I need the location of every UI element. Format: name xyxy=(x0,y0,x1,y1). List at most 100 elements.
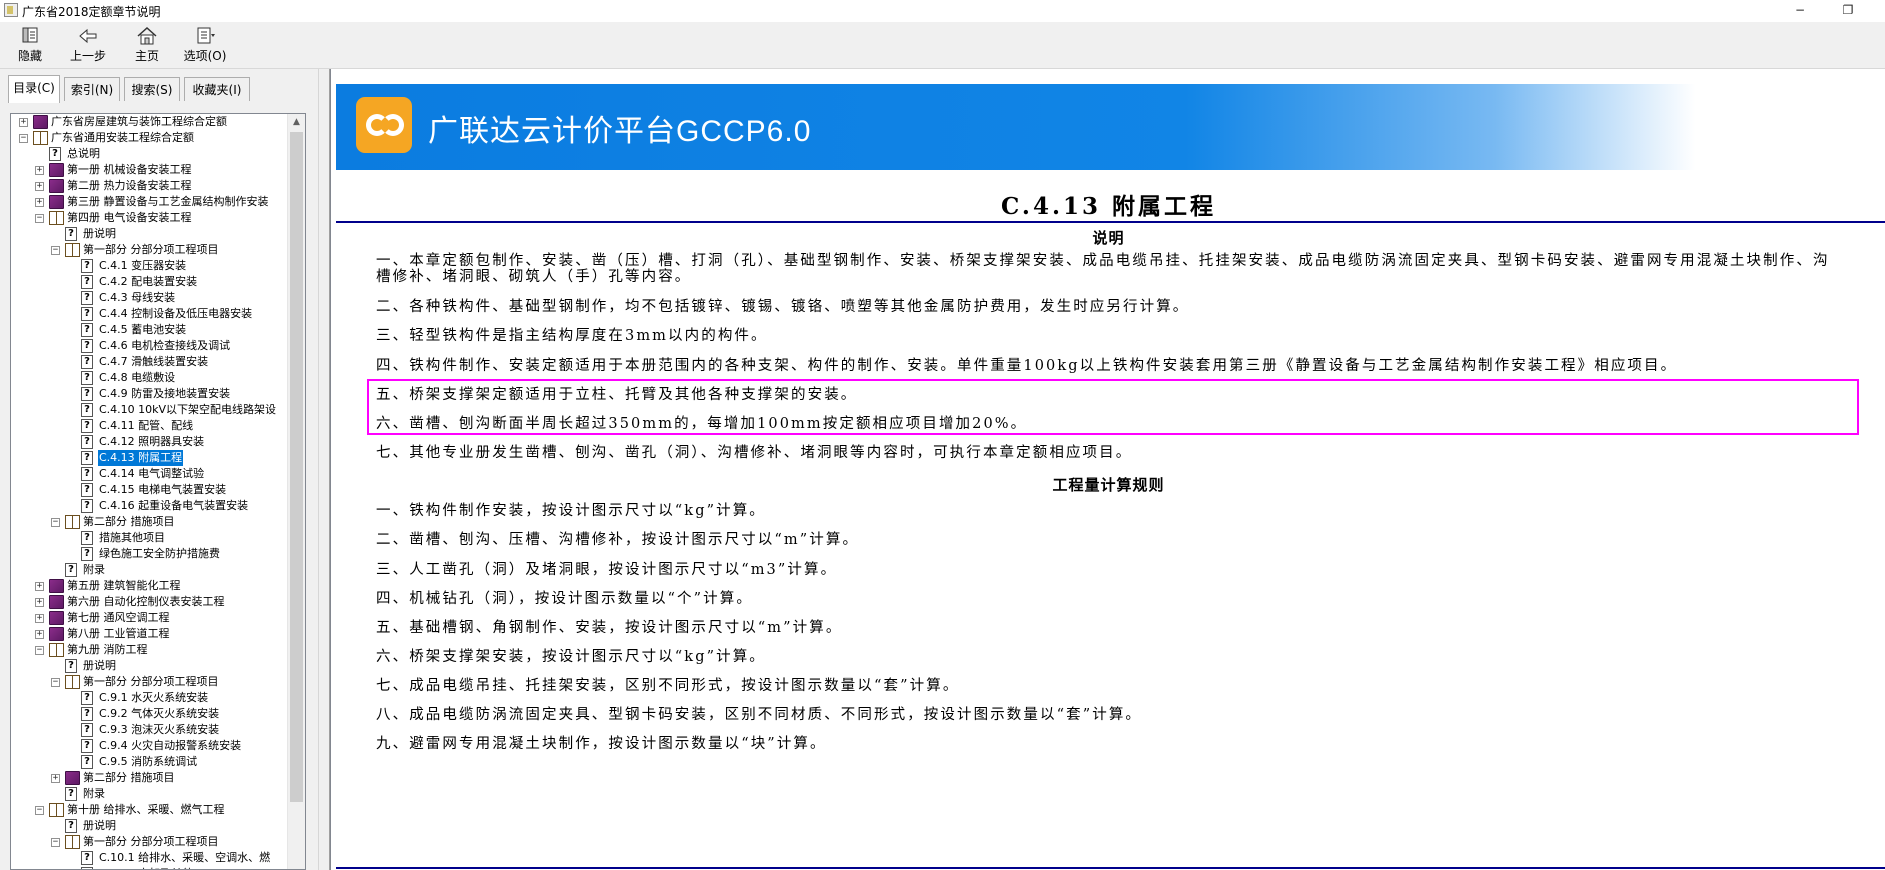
expand-icon[interactable]: + xyxy=(35,166,44,175)
tree-item[interactable]: + 第七册 通风空调工程 xyxy=(13,610,289,626)
tree-item-label[interactable]: C.10.2 支架及其他 xyxy=(98,866,194,869)
tree-item[interactable]: ? C.9.1 水灭火系统安装 xyxy=(13,690,289,706)
collapse-icon[interactable]: − xyxy=(51,678,60,687)
tree-item-label[interactable]: C.4.16 起重设备电气装置安装 xyxy=(98,498,249,514)
tree-item-label[interactable]: C.9.5 消防系统调试 xyxy=(98,754,198,770)
tree-item-label[interactable]: C.4.3 母线安装 xyxy=(98,290,176,306)
tree-item-label[interactable]: 第一部分 分部分项工程项目 xyxy=(82,674,220,690)
tree-item-label[interactable]: 第四册 电气设备安装工程 xyxy=(66,210,193,226)
tree-item-label[interactable]: C.4.11 配管、配线 xyxy=(98,418,194,434)
tree-item-label[interactable]: C.4.6 电机检查接线及调试 xyxy=(98,338,231,354)
tree-item-label[interactable]: C.9.3 泡沫灭火系统安装 xyxy=(98,722,220,738)
tree-item-label[interactable]: 第九册 消防工程 xyxy=(66,642,149,658)
expand-icon[interactable]: + xyxy=(35,182,44,191)
tree-item[interactable]: + 第五册 建筑智能化工程 xyxy=(13,578,289,594)
tree-item[interactable]: ? C.4.3 母线安装 xyxy=(13,290,289,306)
tree-item[interactable]: + 第二册 热力设备安装工程 xyxy=(13,178,289,194)
tree-item-label[interactable]: 第二部分 措施项目 xyxy=(82,514,176,530)
tree-item[interactable]: − 广东省通用安装工程综合定额 xyxy=(13,130,289,146)
collapse-icon[interactable]: − xyxy=(35,646,44,655)
tree-item[interactable]: ? C.4.7 滑触线装置安装 xyxy=(13,354,289,370)
tree-item[interactable]: ?C.10.2 支架及其他 xyxy=(13,866,289,869)
tree-item[interactable]: − 第一部分 分部分项工程项目 xyxy=(13,834,289,850)
tree-item[interactable]: ? 总说明 xyxy=(13,146,289,162)
tree-item-label[interactable]: 第二册 热力设备安装工程 xyxy=(66,178,193,194)
tree-item-label[interactable]: 第十册 给排水、采暖、燃气工程 xyxy=(66,802,226,818)
tree-item[interactable]: ? C.10.1 给排水、采暖、空调水、燃 xyxy=(13,850,289,866)
tree-item[interactable]: ? C.4.15 电梯电气装置安装 xyxy=(13,482,289,498)
tab-search[interactable]: 搜索(S) xyxy=(124,77,180,101)
tree-item[interactable]: ? C.4.16 起重设备电气装置安装 xyxy=(13,498,289,514)
tree-item-label[interactable]: 附录 xyxy=(82,786,106,802)
tree-item[interactable]: + 第一册 机械设备安装工程 xyxy=(13,162,289,178)
tree-item-label[interactable]: 第一部分 分部分项工程项目 xyxy=(82,834,220,850)
tree-item-label[interactable]: C.9.1 水灭火系统安装 xyxy=(98,690,209,706)
back-button[interactable]: 上一步 xyxy=(66,24,110,66)
tree-item[interactable]: ? C.4.8 电缆敷设 xyxy=(13,370,289,386)
tree-item-label[interactable]: C.4.10 10kV以下架空配电线路架设 xyxy=(98,402,277,418)
tree-item[interactable]: ? C.4.1 变压器安装 xyxy=(13,258,289,274)
tree-scrollbar[interactable]: ▲ xyxy=(287,114,305,869)
expand-icon[interactable]: + xyxy=(35,598,44,607)
tree-item[interactable]: ? C.9.2 气体灭火系统安装 xyxy=(13,706,289,722)
expand-icon[interactable]: + xyxy=(35,198,44,207)
tree-item[interactable]: ? C.4.4 控制设备及低压电器安装 xyxy=(13,306,289,322)
restore-button[interactable]: ❐ xyxy=(1838,2,1858,18)
collapse-icon[interactable]: − xyxy=(51,518,60,527)
minimize-button[interactable]: − xyxy=(1790,2,1810,18)
tree-item[interactable]: + 广东省房屋建筑与装饰工程综合定额 xyxy=(13,114,289,130)
tree-item[interactable]: ? 册说明 xyxy=(13,818,289,834)
expand-icon[interactable]: + xyxy=(35,582,44,591)
tree-item[interactable]: ? C.9.4 火灾自动报警系统安装 xyxy=(13,738,289,754)
tree-item-label[interactable]: 册说明 xyxy=(82,658,117,674)
tab-favorites[interactable]: 收藏夹(I) xyxy=(184,77,250,101)
tree-item[interactable]: + 第六册 自动化控制仪表安装工程 xyxy=(13,594,289,610)
expand-icon[interactable]: + xyxy=(19,118,28,127)
tree-item-label[interactable]: C.4.4 控制设备及低压电器安装 xyxy=(98,306,253,322)
tree-item-label[interactable]: C.4.15 电梯电气装置安装 xyxy=(98,482,227,498)
tree-item-label[interactable]: 第三册 静置设备与工艺金属结构制作安装 xyxy=(66,194,270,210)
tree-item-label[interactable]: C.4.2 配电装置安装 xyxy=(98,274,198,290)
tree-item[interactable]: ? C.9.5 消防系统调试 xyxy=(13,754,289,770)
collapse-icon[interactable]: − xyxy=(35,806,44,815)
collapse-icon[interactable]: − xyxy=(19,134,28,143)
tree-item[interactable]: ? C.4.2 配电装置安装 xyxy=(13,274,289,290)
tree-item-label[interactable]: C.4.13 附属工程 xyxy=(96,449,185,467)
tree-item-label[interactable]: C.4.1 变压器安装 xyxy=(98,258,187,274)
pane-splitter[interactable] xyxy=(318,69,330,870)
tree-item[interactable]: ? 附录 xyxy=(13,786,289,802)
tree-item-label[interactable]: C.10.1 给排水、采暖、空调水、燃 xyxy=(98,850,271,866)
tree-item-label[interactable]: 绿色施工安全防护措施费 xyxy=(98,546,221,562)
tree-item-label[interactable]: C.4.5 蓄电池安装 xyxy=(98,322,187,338)
tree-item-label[interactable]: C.4.7 滑触线装置安装 xyxy=(98,354,209,370)
tree-item[interactable]: + 第二部分 措施项目 xyxy=(13,770,289,786)
tree-item-label[interactable]: C.4.9 防雷及接地装置安装 xyxy=(98,386,231,402)
collapse-icon[interactable]: − xyxy=(51,838,60,847)
tree-item-label[interactable]: 第五册 建筑智能化工程 xyxy=(66,578,182,594)
expand-icon[interactable]: + xyxy=(51,774,60,783)
tree-item-label[interactable]: 措施其他项目 xyxy=(98,530,166,546)
expand-icon[interactable]: + xyxy=(35,614,44,623)
tree-item[interactable]: ? C.4.11 配管、配线 xyxy=(13,418,289,434)
tree-item-label[interactable]: C.4.14 电气调整试验 xyxy=(98,466,205,482)
tree-item[interactable]: ? C.4.12 照明器具安装 xyxy=(13,434,289,450)
tree-item[interactable]: ? 附录 xyxy=(13,562,289,578)
tree-item[interactable]: − 第四册 电气设备安装工程 xyxy=(13,210,289,226)
tree-item[interactable]: ? C.4.13 附属工程 xyxy=(13,449,289,467)
scroll-up-icon[interactable]: ▲ xyxy=(288,114,305,131)
tree-item[interactable]: + 第八册 工业管道工程 xyxy=(13,626,289,642)
collapse-icon[interactable]: − xyxy=(51,246,60,255)
expand-icon[interactable]: + xyxy=(35,630,44,639)
tree-item-label[interactable]: C.9.4 火灾自动报警系统安装 xyxy=(98,738,242,754)
tree-item[interactable]: ? C.4.5 蓄电池安装 xyxy=(13,322,289,338)
tree-item[interactable]: ? 绿色施工安全防护措施费 xyxy=(13,546,289,562)
tree-item[interactable]: ? C.4.10 10kV以下架空配电线路架设 xyxy=(13,402,289,418)
tree-item-label[interactable]: 第八册 工业管道工程 xyxy=(66,626,171,642)
tree-item[interactable]: − 第十册 给排水、采暖、燃气工程 xyxy=(13,802,289,818)
tree-item-label[interactable]: 第七册 通风空调工程 xyxy=(66,610,171,626)
home-button[interactable]: 主页 xyxy=(130,24,164,66)
tree-item-label[interactable]: 第一部分 分部分项工程项目 xyxy=(82,242,220,258)
tree-item[interactable]: − 第二部分 措施项目 xyxy=(13,514,289,530)
tab-index[interactable]: 索引(N) xyxy=(64,77,120,101)
tree-item-label[interactable]: 广东省通用安装工程综合定额 xyxy=(50,130,195,146)
